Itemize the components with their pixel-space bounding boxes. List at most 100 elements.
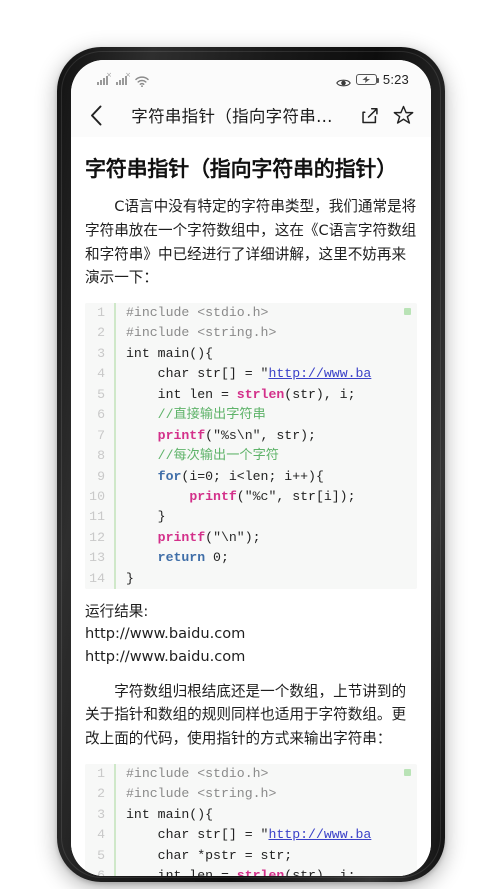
phone-screen: × × 5:23 字符串指针（指向字符串... 字符串指针（指向字符串的指针） …: [71, 60, 431, 876]
code-line-number: 9: [85, 466, 116, 487]
status-bar-clock: 5:23: [382, 72, 409, 87]
code-line-content: }: [115, 569, 417, 589]
code-line: 3 int main(){: [85, 804, 417, 826]
code-line: 2 #include <string.h>: [85, 784, 417, 805]
page-title: 字符串指针（指向字符串...: [131, 107, 333, 126]
back-button[interactable]: [83, 105, 109, 126]
code-scroll-marker-icon: [404, 307, 411, 315]
phone-device-frame: × × 5:23 字符串指针（指向字符串... 字符串指针（指向字符串的指针） …: [57, 47, 445, 882]
share-button[interactable]: [355, 106, 383, 125]
run-result-line: http://www.baidu.com: [85, 647, 246, 665]
code-line-number: 10: [85, 486, 116, 508]
code-line-number: 5: [85, 845, 116, 866]
code-token: for: [157, 468, 182, 484]
code-token: #include <stdio.h>: [126, 304, 269, 320]
code-line-number: 8: [85, 446, 116, 467]
code-block-1[interactable]: 1 #include <stdio.h> 2 #include <string.h> 3…: [85, 302, 417, 590]
article-content: 字符串指针（指向字符串的指针） C语言中没有特定的字符串类型，我们通常是将字符串…: [71, 137, 431, 876]
code-line-number: 6: [85, 405, 116, 426]
code-token: printf: [157, 427, 206, 443]
code-line-number: 12: [85, 527, 116, 549]
code-line: 3 int main(){: [85, 343, 417, 365]
code-line: 1 #include <stdio.h>: [85, 763, 417, 785]
code-line: 2 #include <string.h>: [85, 323, 417, 344]
app-header: 字符串指针（指向字符串...: [71, 93, 431, 137]
code-line: 10 printf("%c", str[i]);: [85, 486, 417, 508]
code-line-content: printf("%c", str[i]);: [115, 487, 417, 507]
code-block-2[interactable]: 1 #include <stdio.h> 2 #include <string.h> 3…: [85, 763, 417, 876]
code-token: int main(){: [126, 345, 214, 361]
code-line-number: 13: [85, 548, 116, 569]
code-line: 6 int len = strlen(str), i;: [85, 865, 417, 876]
code-token: #include <string.h>: [126, 325, 277, 341]
code-token: //直接输出字符串: [126, 407, 266, 423]
code-line: 14}: [85, 568, 417, 590]
code-token: "%s\n": [213, 427, 261, 443]
code-token: }: [126, 570, 134, 586]
code-token: "%c": [244, 488, 277, 504]
status-bar-left: × ×: [97, 72, 149, 88]
code-token: );: [244, 529, 261, 545]
code-token: }: [126, 509, 166, 525]
code-line-number: 11: [85, 507, 116, 528]
eye-icon: [336, 75, 351, 86]
code-token: printf: [189, 488, 237, 504]
code-line-number: 3: [85, 804, 116, 826]
code-line-number: 7: [85, 425, 116, 447]
code-token: 0;: [205, 550, 229, 566]
code-line: 5 int len = strlen(str), i;: [85, 384, 417, 406]
code-line: 7 printf("%s\n", str);: [85, 425, 417, 447]
code-token: int main(){: [126, 806, 214, 822]
code-line: 4 char str[] = "http://www.ba: [85, 825, 417, 846]
signal-no-sim-1-icon: ×: [97, 72, 112, 85]
star-outline-icon: [393, 105, 413, 124]
code-token: #include <stdio.h>: [126, 765, 269, 781]
code-line-number: 14: [85, 568, 116, 590]
status-bar: × × 5:23: [71, 60, 431, 93]
code-line-content: int len = strlen(str), i;: [115, 385, 417, 405]
code-line: 12 printf("\n");: [85, 527, 417, 549]
code-line-number: 4: [85, 364, 116, 385]
code-token: (: [205, 427, 214, 443]
code-scroll-marker-icon: [404, 768, 411, 776]
run-result: 运行结果: http://www.baidu.com http://www.ba…: [85, 601, 417, 668]
code-line-content: char str[] = "http://www.ba: [115, 825, 417, 845]
code-line: 1 #include <stdio.h>: [85, 302, 417, 324]
code-line-content: #include <stdio.h>: [115, 764, 417, 784]
code-line-content: #include <string.h>: [115, 323, 417, 343]
code-token: int len =: [126, 386, 237, 402]
code-line-content: int main(){: [115, 805, 417, 825]
code-token: //每次输出一个字符: [126, 448, 279, 464]
code-url-link[interactable]: http://www.ba: [268, 827, 371, 842]
code-line-content: printf("\n");: [115, 528, 417, 548]
code-token: char str[] =: [126, 827, 261, 843]
favorite-button[interactable]: [389, 105, 417, 126]
code-token: char str[] =: [126, 366, 261, 382]
code-token: (: [236, 488, 245, 504]
code-token: strlen: [236, 386, 285, 402]
run-result-line: http://www.baidu.com: [85, 625, 246, 643]
code-token: , str);: [260, 427, 316, 443]
article-paragraph-1: C语言中没有特定的字符串类型，我们通常是将字符串放在一个字符数组中，这在《C语言…: [85, 198, 417, 287]
code-token: (str), i;: [284, 386, 356, 402]
code-line: 5 char *pstr = str;: [85, 845, 417, 866]
code-line: 6 //直接输出字符串: [85, 405, 417, 426]
code-line-content: int main(){: [115, 344, 417, 364]
code-token: return: [157, 550, 206, 566]
code-line-content: //每次输出一个字符: [115, 446, 417, 466]
code-line-content: char *pstr = str;: [115, 846, 417, 866]
code-line-content: return 0;: [115, 548, 417, 568]
code-token: #include <string.h>: [126, 786, 277, 802]
code-url-link[interactable]: http://www.ba: [268, 366, 371, 381]
code-token: printf: [157, 529, 206, 545]
code-line-content: int len = strlen(str), i;: [115, 866, 417, 876]
chevron-left-icon: [90, 105, 101, 125]
code-line-number: 1: [85, 302, 116, 324]
code-line-number: 4: [85, 825, 116, 846]
share-icon: [361, 107, 378, 123]
code-token: , str[i]);: [276, 488, 356, 504]
battery-icon: [355, 74, 380, 85]
